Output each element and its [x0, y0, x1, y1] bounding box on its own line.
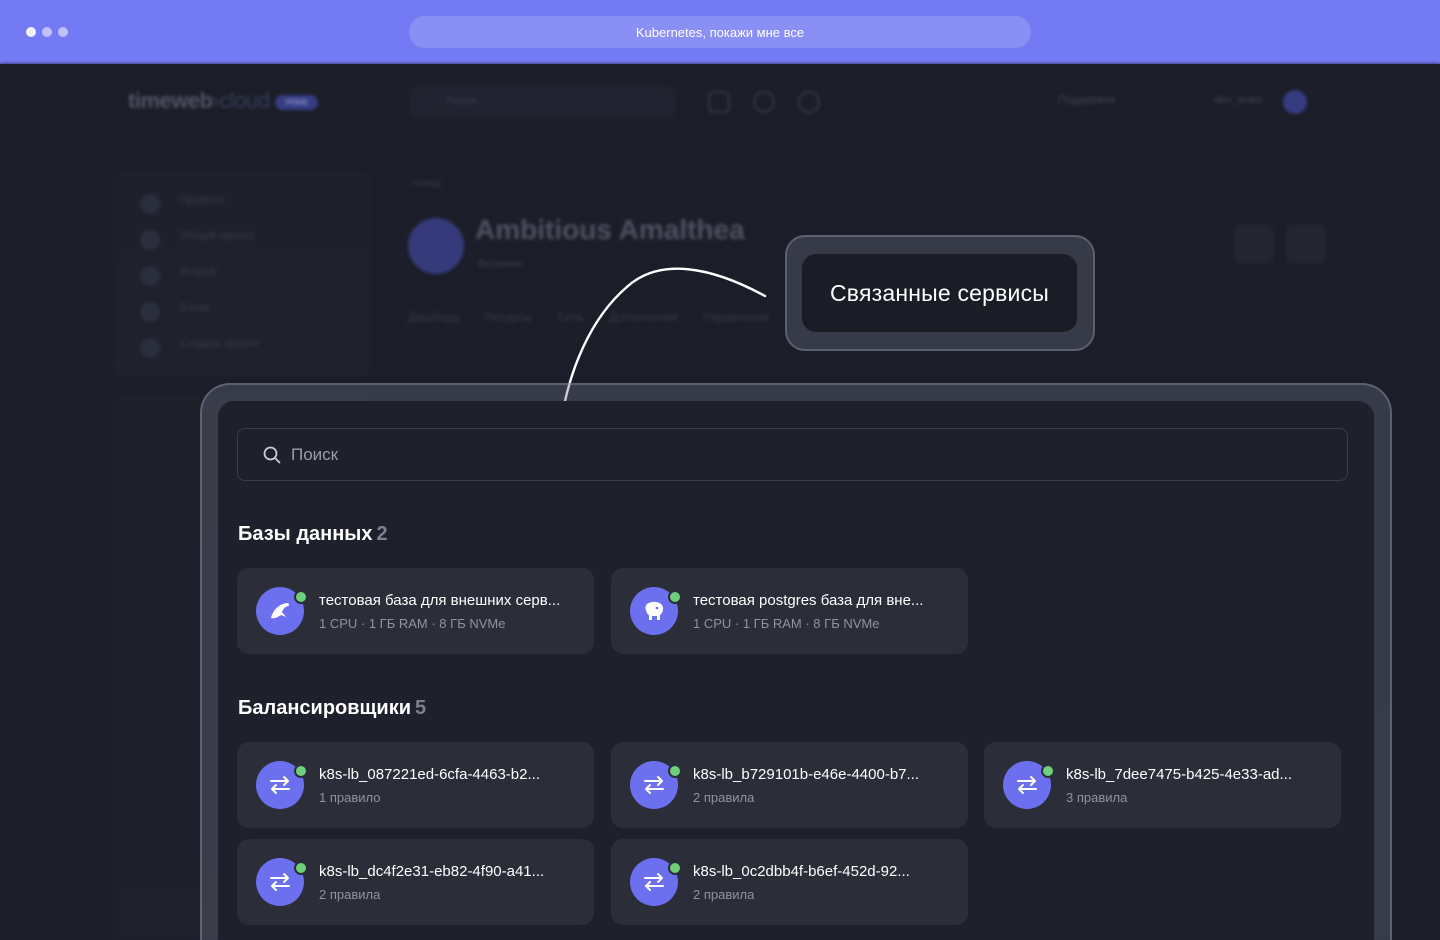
sidebar-item-backup[interactable]: Бэкап [140, 302, 340, 322]
close-dot[interactable] [26, 27, 36, 37]
status-badge: Включен [478, 258, 523, 270]
tab-resources[interactable]: Ресурсы [485, 310, 532, 324]
databases-heading: Базы данных 2 [238, 523, 388, 545]
balancer-card[interactable]: k8s-lb_dc4f2e31-eb82-4f90-a41... 2 прави… [237, 839, 594, 925]
add-user-icon[interactable] [798, 91, 820, 113]
related-services-callout: Связанные сервисы [802, 254, 1077, 332]
sidebar-item-common[interactable]: Общий проект [140, 230, 340, 250]
support-menu[interactable]: Поддержка [1058, 94, 1115, 106]
sidebar-item-create[interactable]: Создать проект [140, 338, 340, 358]
breadcrumb[interactable]: Назад [412, 178, 441, 189]
header-search[interactable]: Поиск [410, 86, 675, 118]
balancer-rules: 2 правила [319, 887, 381, 902]
balancer-card[interactable]: k8s-lb_b729101b-e46e-4400-b7... 2 правил… [611, 742, 968, 828]
balancer-name: k8s-lb_7dee7475-b425-4e33-ad... [1066, 766, 1293, 783]
status-online-dot [294, 590, 308, 604]
balancer-name: k8s-lb_b729101b-e46e-4400-b7... [693, 766, 920, 783]
database-name: тестовая база для внешних серв... [319, 592, 561, 609]
status-online-dot [668, 764, 682, 778]
window-controls [26, 27, 68, 37]
balancer-name: k8s-lb_dc4f2e31-eb82-4f90-a41... [319, 863, 545, 880]
balancer-rules: 2 правила [693, 790, 755, 805]
balancers-heading: Балансировщики 5 [238, 697, 427, 719]
search-input[interactable] [291, 444, 1291, 466]
balancer-name: k8s-lb_087221ed-6cfa-4463-b2... [319, 766, 540, 783]
status-online-dot [668, 590, 682, 604]
logo-main: timeweb [128, 88, 213, 113]
status-online-dot [294, 764, 308, 778]
balancer-name: k8s-lb_0c2dbb4f-b6ef-452d-92... [693, 863, 910, 880]
browser-bar: Kubernetes, покажи мне все [0, 0, 1440, 64]
status-online-dot [1041, 764, 1055, 778]
address-bar[interactable]: Kubernetes, покажи мне все [409, 16, 1031, 48]
search-icon [263, 446, 281, 464]
settings-button[interactable] [1234, 224, 1274, 264]
balancer-rules: 1 правило [319, 790, 381, 805]
page-title: Ambitious Amalthea [475, 214, 745, 245]
sidebar-item-second[interactable]: Второй [140, 266, 340, 286]
logo: timeweb›cloud PRIME [128, 88, 319, 114]
logo-cloud: ›cloud [212, 88, 270, 113]
database-card[interactable]: тестовая база для внешних серв... 1 CPU … [237, 568, 594, 654]
maximize-dot[interactable] [58, 27, 68, 37]
bell-icon[interactable] [753, 91, 775, 113]
logo-badge: PRIME [275, 94, 319, 110]
balancer-card[interactable]: k8s-lb_7dee7475-b425-4e33-ad... 3 правил… [984, 742, 1341, 828]
delete-button[interactable] [1286, 224, 1326, 264]
balancers-count: 5 [415, 697, 427, 719]
minimize-dot[interactable] [42, 27, 52, 37]
balancer-rules: 3 правила [1066, 790, 1128, 805]
status-online-dot [294, 861, 308, 875]
database-spec: 1 CPU · 1 ГБ RAM · 8 ГБ NVMe [693, 616, 880, 631]
balancer-card[interactable]: k8s-lb_087221ed-6cfa-4463-b2... 1 правил… [237, 742, 594, 828]
balancer-card[interactable]: k8s-lb_0c2dbb4f-b6ef-452d-92... 2 правил… [611, 839, 968, 925]
notification-icon[interactable] [708, 91, 730, 113]
databases-count: 2 [376, 523, 388, 545]
database-card[interactable]: тестовая postgres база для вне... 1 CPU … [611, 568, 968, 654]
sidebar-item-projects[interactable]: Проекты [140, 194, 340, 214]
balancer-rules: 2 правила [693, 887, 755, 902]
status-online-dot [668, 861, 682, 875]
project-avatar [408, 218, 464, 274]
database-spec: 1 CPU · 1 ГБ RAM · 8 ГБ NVMe [319, 616, 506, 631]
avatar[interactable] [1283, 90, 1307, 114]
user-menu[interactable]: dev_team [1214, 94, 1262, 106]
tab-dashboard[interactable]: Дашборд [408, 310, 459, 324]
database-name: тестовая postgres база для вне... [693, 592, 924, 609]
